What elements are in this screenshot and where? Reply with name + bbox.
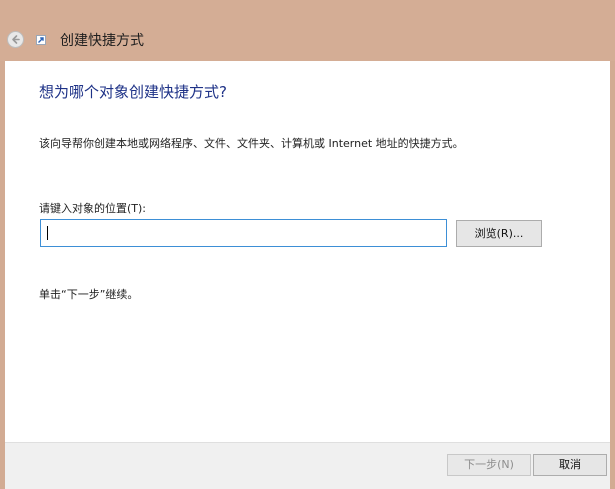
title-bar: 创建快捷方式	[0, 0, 615, 61]
cancel-button[interactable]: 取消	[533, 454, 607, 476]
wizard-footer: 下一步(N) 取消	[5, 442, 610, 489]
wizard-content: 想为哪个对象创建快捷方式? 该向导帮你创建本地或网络程序、文件、文件夹、计算机或…	[5, 61, 610, 442]
location-input[interactable]	[40, 219, 447, 247]
wizard-description: 该向导帮你创建本地或网络程序、文件、文件夹、计算机或 Internet 地址的快…	[39, 137, 464, 150]
page-heading: 想为哪个对象创建快捷方式?	[39, 83, 227, 101]
browse-button[interactable]: 浏览(R)...	[456, 220, 542, 247]
next-button[interactable]: 下一步(N)	[447, 454, 531, 476]
window-title: 创建快捷方式	[60, 33, 144, 49]
back-arrow-icon	[12, 35, 20, 44]
shortcut-icon	[36, 35, 46, 45]
text-cursor	[47, 226, 48, 240]
continue-hint: 单击“下一步”继续。	[39, 288, 139, 301]
back-button[interactable]	[7, 31, 24, 48]
location-label: 请键入对象的位置(T):	[39, 202, 147, 215]
create-shortcut-window: 创建快捷方式 想为哪个对象创建快捷方式? 该向导帮你创建本地或网络程序、文件、文…	[0, 0, 615, 489]
